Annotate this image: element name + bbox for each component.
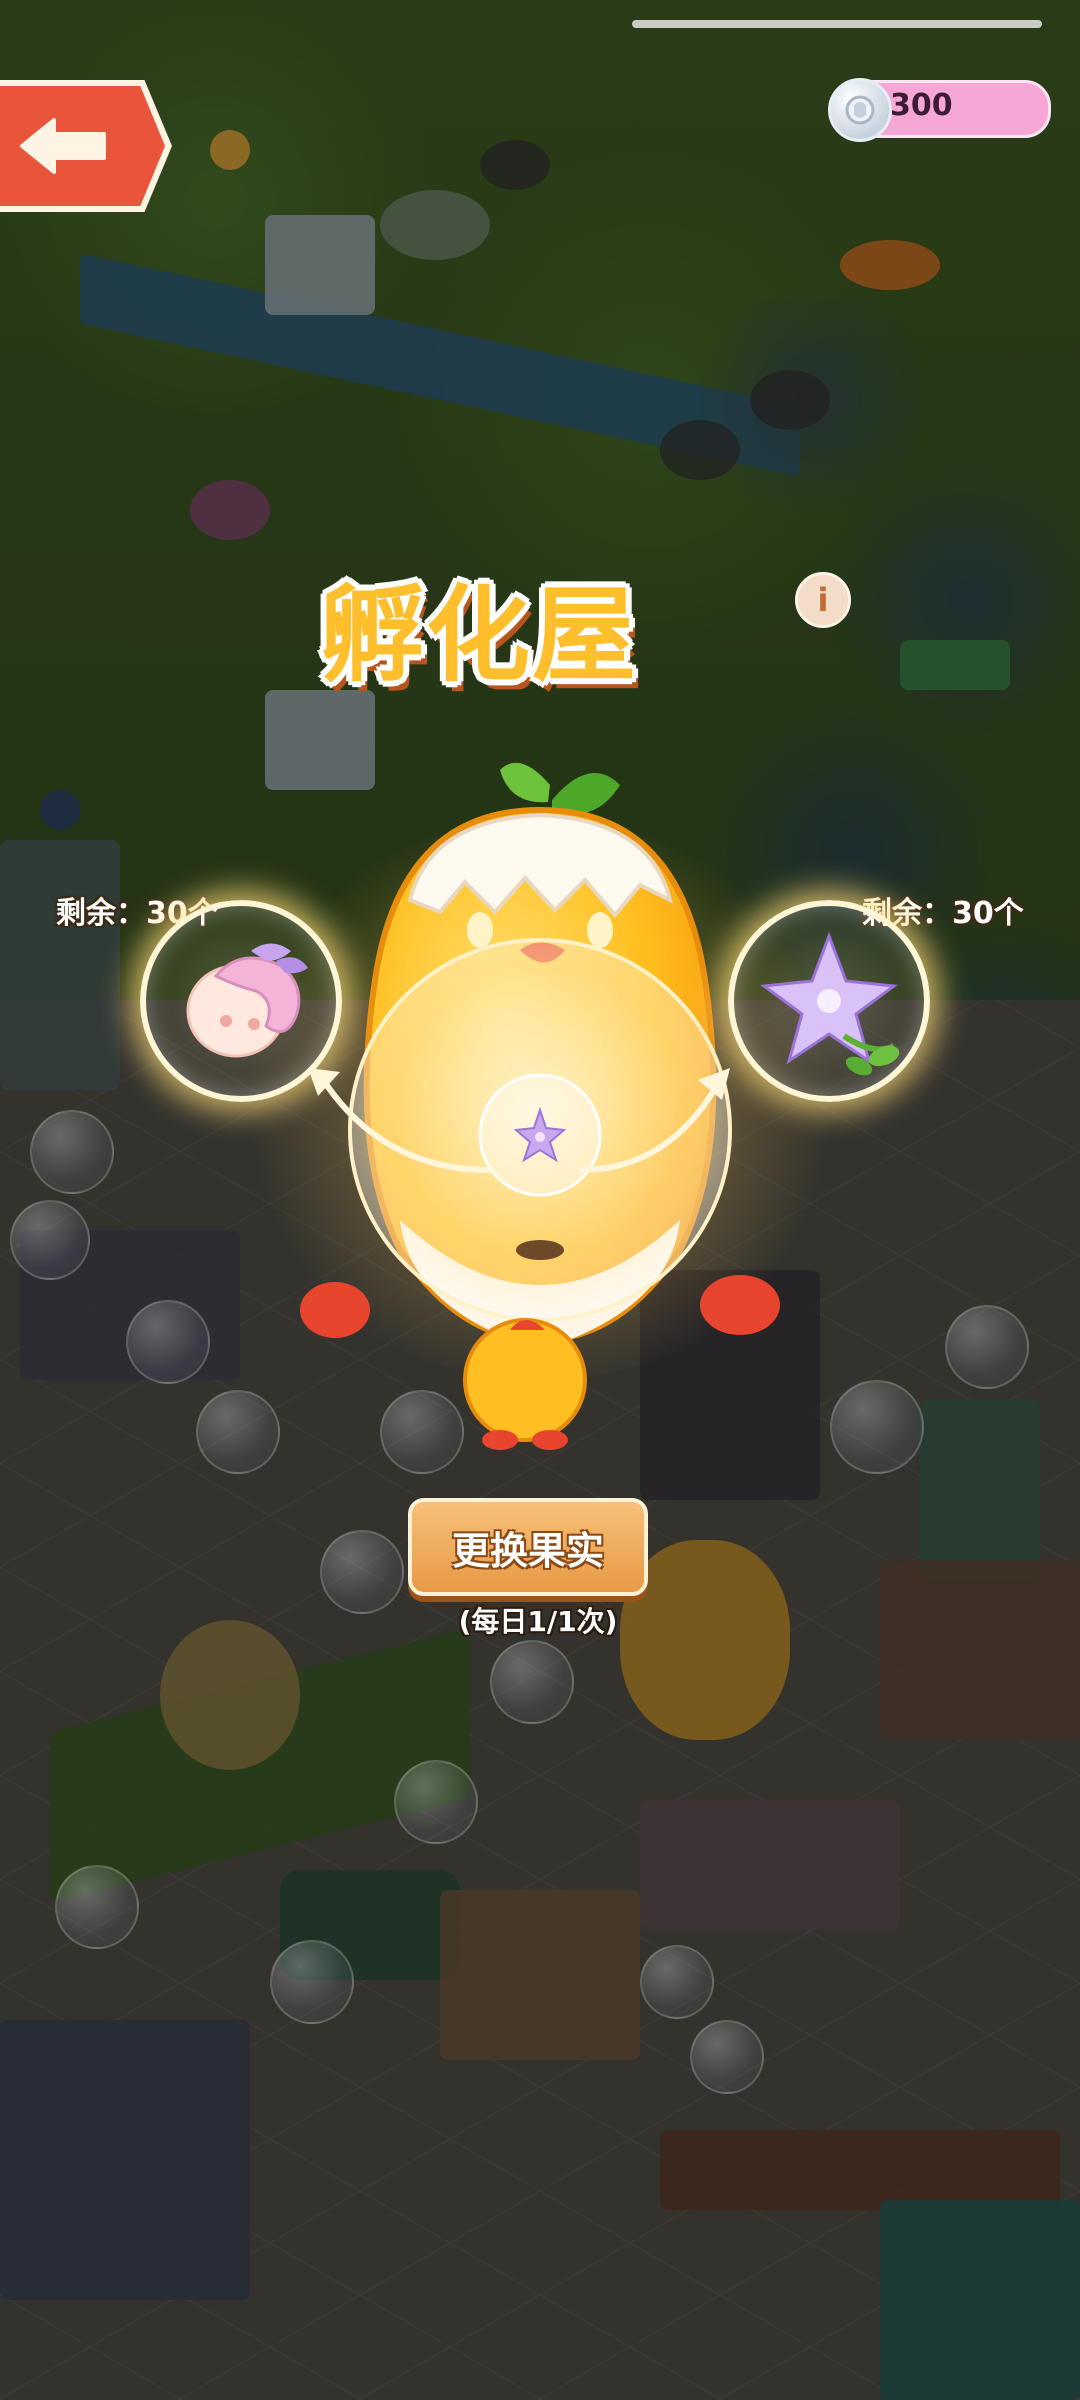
swap-arrow-right-icon	[580, 1068, 730, 1173]
info-icon[interactable]: i	[795, 572, 851, 628]
daily-limit-label: (每日1/1次)	[458, 1605, 618, 1638]
purple-lily-icon	[759, 931, 900, 1076]
change-fruit-button[interactable]: 更换果实	[408, 1498, 648, 1596]
back-arrow-icon	[20, 118, 106, 174]
swap-arrow-left-icon	[308, 1068, 491, 1173]
back-button[interactable]	[0, 86, 165, 206]
currency-amount: 300	[890, 88, 953, 123]
right-fruit-slot[interactable]	[728, 900, 930, 1102]
status-bar-indicator	[632, 20, 1042, 28]
page-title: 孵化屋	[320, 574, 639, 696]
silver-coin-icon	[828, 78, 892, 142]
